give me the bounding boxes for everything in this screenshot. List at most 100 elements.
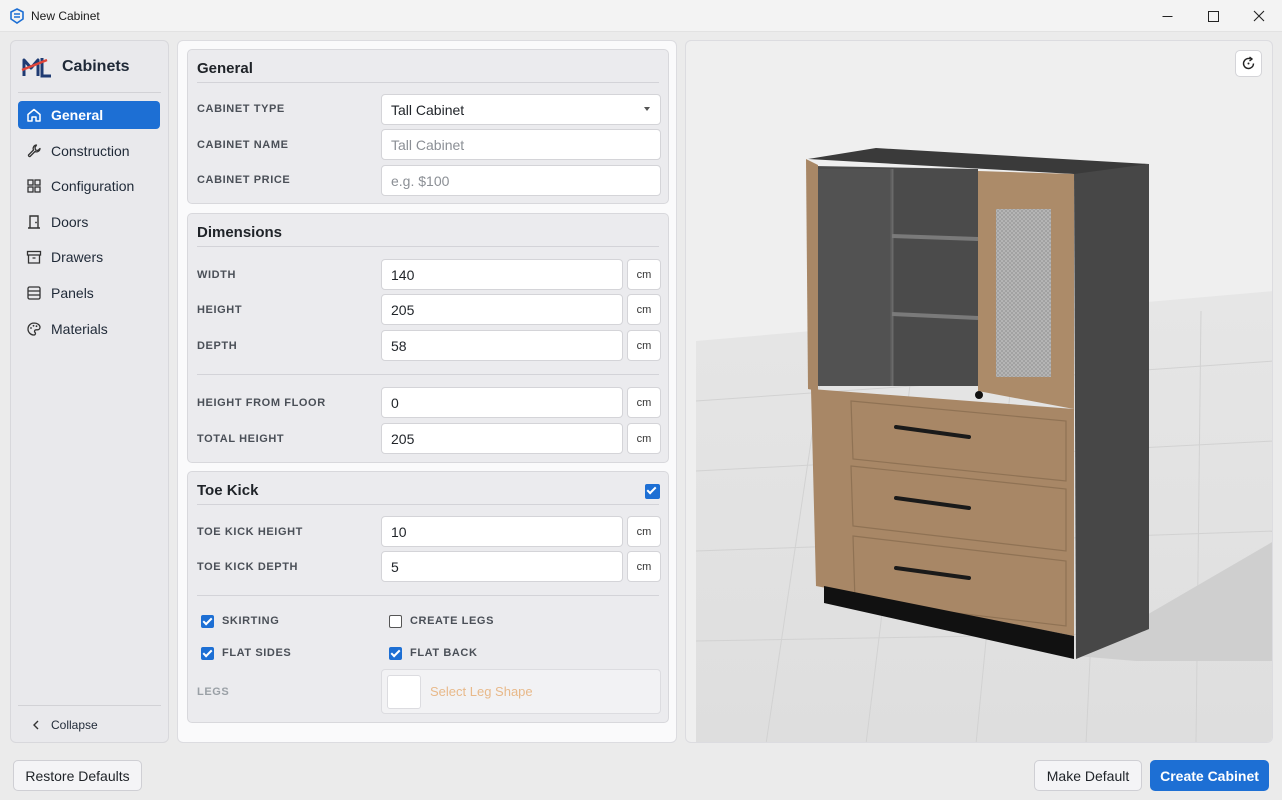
height-value: 205 [391,301,415,318]
toe-kick-enabled-checkbox[interactable] [645,484,660,499]
total-height-value: 205 [391,430,415,447]
sidebar-item-label: Panels [51,284,94,301]
refresh-icon [1242,56,1255,70]
toe-kick-depth-label: TOE KICK DEPTH [197,561,299,573]
leg-shape-select[interactable]: Select Leg Shape [381,669,661,714]
wrench-icon [27,143,41,157]
divider [197,504,659,505]
width-label: WIDTH [197,269,237,281]
total-height-unit: cm [627,423,661,454]
toe-kick-section: Toe Kick TOE KICK HEIGHT 10 cm TOE KICK … [187,471,669,723]
flat-sides-label: FLAT SIDES [222,647,292,659]
section-title: Dimensions [197,224,283,241]
maximize-button[interactable] [1190,0,1236,32]
flat-back-checkbox[interactable] [389,647,402,660]
cabinet-type-value: Tall Cabinet [391,101,465,118]
skirting-checkbox[interactable] [201,615,214,628]
3d-viewport[interactable] [685,40,1273,743]
sidebar-item-drawers[interactable]: Drawers [18,243,160,271]
sidebar-item-construction[interactable]: Construction [18,137,160,165]
cabinet-type-select[interactable]: Tall Cabinet [381,94,661,125]
cabinet-name-label: CABINET NAME [197,139,289,151]
sidebar-item-label: Drawers [51,249,104,266]
height-from-floor-unit: cm [627,387,661,418]
maximize-icon [1207,10,1219,22]
cabinet-name-input[interactable]: Tall Cabinet [381,129,661,160]
collapse-button[interactable]: Collapse [18,705,161,732]
collapse-label: Collapse [51,718,98,732]
form-panel: General CABINET TYPE Tall Cabinet CABINE… [177,40,677,743]
sidebar-item-materials[interactable]: Materials [18,315,160,343]
toe-kick-depth-value: 5 [391,558,399,575]
divider [197,374,659,375]
toe-kick-height-label: TOE KICK HEIGHT [197,526,303,538]
sidebar-item-label: Configuration [51,178,135,195]
width-input[interactable]: 140 [381,259,623,290]
palette-icon [27,321,41,336]
toe-kick-depth-unit: cm [627,551,661,582]
depth-value: 58 [391,337,407,354]
toe-kick-height-input[interactable]: 10 [381,516,623,547]
archive-icon [26,251,42,265]
skirting-label: SKIRTING [222,615,280,627]
create-legs-checkbox[interactable] [389,615,402,628]
door-knob [975,391,983,399]
toe-kick-height-value: 10 [391,523,407,540]
restore-defaults-button[interactable]: Restore Defaults [13,760,142,791]
section-title: Toe Kick [197,482,259,499]
sidebar-item-label: Materials [51,320,108,337]
sidebar-item-configuration[interactable]: Configuration [18,172,160,200]
grid-icon [27,179,41,193]
sidebar-item-label: Construction [51,142,130,159]
general-section: General CABINET TYPE Tall Cabinet CABINE… [187,49,669,204]
divider [197,82,659,83]
brand-logo-icon [21,57,51,77]
leg-shape-thumbnail [387,675,421,709]
minimize-icon [1162,15,1172,17]
sidebar-item-panels[interactable]: Panels [18,279,160,307]
cabinet-door-left [806,159,818,391]
sidebar-item-label: Doors [51,213,89,230]
app-icon [10,7,24,24]
flat-back-label: FLAT BACK [410,647,478,659]
sidebar-item-doors[interactable]: Doors [18,208,160,236]
cabinet-price-label: CABINET PRICE [197,174,291,186]
panels-icon [27,286,41,300]
sidebar: Cabinets General Construction Configurat… [10,40,169,743]
caret-down-icon [644,107,650,111]
height-from-floor-value: 0 [391,394,399,411]
create-cabinet-button[interactable]: Create Cabinet [1150,760,1269,791]
total-height-label: TOTAL HEIGHT [197,433,285,445]
height-from-floor-input[interactable]: 0 [381,387,623,418]
minimize-button[interactable] [1144,0,1190,32]
chevron-left-icon [33,720,39,730]
depth-label: DEPTH [197,340,238,352]
sidebar-item-label: General [51,107,104,123]
make-default-button[interactable]: Make Default [1034,760,1142,791]
flat-sides-checkbox[interactable] [201,647,214,660]
cabinet-glass [814,169,892,386]
toe-kick-depth-input[interactable]: 5 [381,551,623,582]
cabinet-side-panel [1074,164,1149,659]
sidebar-item-general[interactable]: General [18,101,160,129]
sidebar-nav: General Construction Configuration Doors… [11,93,168,343]
cabinet-price-input[interactable]: e.g. $100 [381,165,661,196]
depth-input[interactable]: 58 [381,330,623,361]
total-height-input[interactable]: 205 [381,423,623,454]
section-title: General [197,60,253,77]
close-icon [1253,10,1265,22]
create-legs-label: CREATE LEGS [410,615,495,627]
cabinet-door-mesh [996,209,1051,377]
reset-view-button[interactable] [1235,50,1262,77]
depth-unit: cm [627,330,661,361]
close-button[interactable] [1236,0,1282,32]
leg-shape-placeholder: Select Leg Shape [430,684,533,699]
window-title: New Cabinet [31,8,100,23]
legs-label: LEGS [197,686,230,698]
title-bar: New Cabinet [0,0,1282,32]
toe-kick-height-unit: cm [627,516,661,547]
cabinet-type-label: CABINET TYPE [197,103,285,115]
height-input[interactable]: 205 [381,294,623,325]
brand-name: Cabinets [62,57,130,75]
cabinet-3d-render [695,148,1272,742]
